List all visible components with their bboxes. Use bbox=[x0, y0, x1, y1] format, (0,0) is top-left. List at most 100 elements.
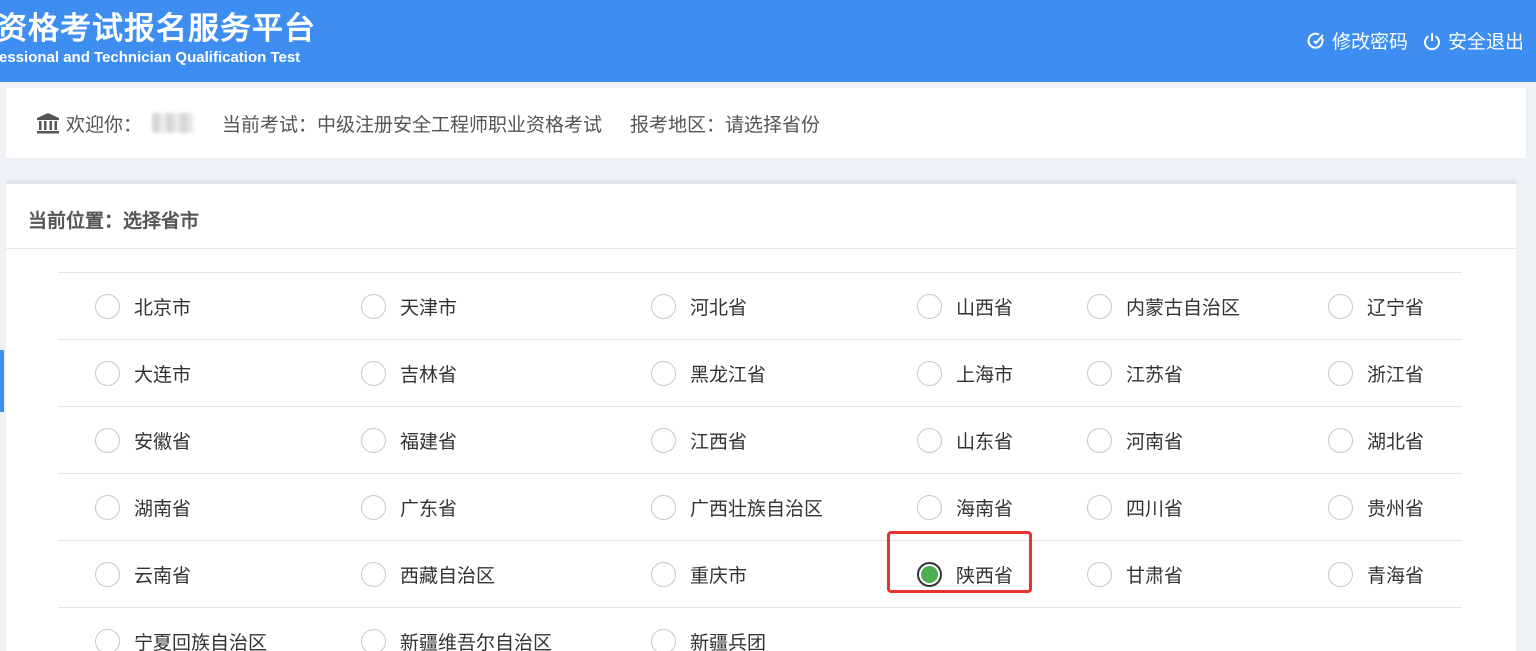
radio-button[interactable] bbox=[361, 561, 386, 587]
change-password-button[interactable]: 修改密码 bbox=[1306, 27, 1408, 54]
radio-button[interactable] bbox=[361, 293, 386, 319]
radio-button[interactable] bbox=[917, 494, 942, 520]
province-label: 湖南省 bbox=[134, 497, 192, 520]
province-option[interactable]: 上海市 bbox=[917, 340, 1013, 406]
radio-button[interactable] bbox=[1328, 494, 1353, 520]
province-option[interactable]: 新疆维吾尔自治区 bbox=[361, 608, 552, 651]
province-option[interactable]: 山东省 bbox=[917, 407, 1013, 473]
radio-button[interactable] bbox=[1087, 494, 1112, 520]
radio-button[interactable] bbox=[651, 360, 676, 386]
radio-button[interactable] bbox=[651, 293, 676, 319]
province-option[interactable]: 西藏自治区 bbox=[361, 541, 495, 607]
radio-button[interactable] bbox=[1087, 293, 1112, 319]
radio-button[interactable] bbox=[95, 628, 120, 651]
province-option[interactable]: 贵州省 bbox=[1328, 474, 1424, 540]
province-option[interactable]: 山西省 bbox=[917, 273, 1013, 339]
province-option[interactable]: 云南省 bbox=[95, 541, 191, 607]
logout-label: 安全退出 bbox=[1447, 31, 1524, 53]
radio-button[interactable] bbox=[1087, 360, 1112, 386]
platform-title: 资格考试报名服务平台 bbox=[0, 11, 316, 47]
radio-button[interactable] bbox=[95, 494, 120, 520]
province-option[interactable]: 黑龙江省 bbox=[651, 340, 766, 406]
radio-button[interactable] bbox=[917, 561, 942, 587]
header-actions: 修改密码 安全退出 bbox=[1306, 27, 1524, 54]
radio-button[interactable] bbox=[1328, 427, 1353, 453]
province-label: 新疆兵团 bbox=[690, 631, 767, 651]
province-option[interactable]: 青海省 bbox=[1328, 541, 1424, 607]
province-option[interactable]: 福建省 bbox=[361, 407, 457, 473]
province-label: 西藏自治区 bbox=[400, 564, 496, 587]
province-option[interactable]: 湖南省 bbox=[95, 474, 191, 540]
province-label: 湖北省 bbox=[1367, 430, 1425, 453]
radio-button[interactable] bbox=[95, 427, 120, 453]
province-option[interactable]: 甘肃省 bbox=[1087, 541, 1183, 607]
province-label: 广东省 bbox=[400, 497, 458, 520]
province-label: 甘肃省 bbox=[1126, 564, 1184, 587]
blurred-username bbox=[152, 113, 195, 133]
province-option[interactable]: 广西壮族自治区 bbox=[651, 474, 823, 540]
province-option[interactable]: 宁夏回族自治区 bbox=[95, 608, 267, 651]
province-option[interactable]: 安徽省 bbox=[95, 407, 191, 473]
province-option[interactable]: 湖北省 bbox=[1328, 407, 1424, 473]
province-row: 北京市 天津市 河北省 山西省 内蒙古自治区 辽宁省 bbox=[58, 272, 1462, 339]
logout-button[interactable]: 安全退出 bbox=[1422, 27, 1524, 54]
welcome-label: 欢迎你： bbox=[66, 113, 143, 136]
province-label: 吉林省 bbox=[400, 363, 458, 386]
radio-button[interactable] bbox=[361, 628, 386, 651]
radio-button[interactable] bbox=[95, 360, 120, 386]
bank-icon bbox=[37, 113, 59, 134]
province-label: 山西省 bbox=[956, 296, 1014, 319]
change-password-label: 修改密码 bbox=[1331, 31, 1408, 53]
province-label: 宁夏回族自治区 bbox=[134, 631, 268, 651]
province-label: 浙江省 bbox=[1367, 363, 1425, 386]
province-option[interactable]: 陕西省 bbox=[887, 531, 1032, 607]
radio-button[interactable] bbox=[651, 561, 676, 587]
province-option[interactable]: 天津市 bbox=[361, 273, 457, 339]
province-radio-grid: 北京市 天津市 河北省 山西省 内蒙古自治区 辽宁省大连市 吉林省 黑龙江省 上海市 江苏省 浙江省… bbox=[58, 272, 1462, 651]
province-option[interactable]: 大连市 bbox=[95, 340, 191, 406]
province-label: 陕西省 bbox=[956, 564, 1014, 587]
province-label: 广西壮族自治区 bbox=[690, 497, 824, 520]
radio-button[interactable] bbox=[1087, 561, 1112, 587]
province-option[interactable]: 河南省 bbox=[1087, 407, 1183, 473]
radio-button[interactable] bbox=[1328, 360, 1353, 386]
province-label: 黑龙江省 bbox=[690, 363, 767, 386]
province-row: 大连市 吉林省 黑龙江省 上海市 江苏省 浙江省 bbox=[58, 339, 1462, 406]
power-icon bbox=[1424, 32, 1440, 50]
province-option[interactable]: 重庆市 bbox=[651, 541, 747, 607]
radio-button[interactable] bbox=[361, 360, 386, 386]
province-row: 湖南省 广东省 广西壮族自治区 海南省 四川省 贵州省 bbox=[58, 473, 1462, 540]
province-option[interactable]: 辽宁省 bbox=[1328, 273, 1424, 339]
radio-button[interactable] bbox=[917, 360, 942, 386]
province-option[interactable]: 海南省 bbox=[917, 474, 1013, 540]
radio-button[interactable] bbox=[651, 494, 676, 520]
radio-button[interactable] bbox=[1328, 293, 1353, 319]
province-option[interactable]: 河北省 bbox=[651, 273, 747, 339]
province-option[interactable]: 四川省 bbox=[1087, 474, 1183, 540]
radio-button[interactable] bbox=[95, 293, 120, 319]
province-option[interactable]: 江苏省 bbox=[1087, 340, 1183, 406]
province-option[interactable]: 广东省 bbox=[361, 474, 457, 540]
radio-button[interactable] bbox=[1328, 561, 1353, 587]
radio-button[interactable] bbox=[917, 293, 942, 319]
province-label: 山东省 bbox=[956, 430, 1014, 453]
province-label: 河北省 bbox=[690, 296, 748, 319]
province-label: 福建省 bbox=[400, 430, 458, 453]
radio-button[interactable] bbox=[651, 628, 676, 651]
province-option[interactable]: 吉林省 bbox=[361, 340, 457, 406]
divider bbox=[6, 248, 1516, 249]
province-label: 上海市 bbox=[956, 363, 1014, 386]
province-option[interactable]: 北京市 bbox=[95, 273, 191, 339]
radio-button[interactable] bbox=[95, 561, 120, 587]
radio-button[interactable] bbox=[1087, 427, 1112, 453]
province-label: 云南省 bbox=[134, 564, 192, 587]
radio-button[interactable] bbox=[651, 427, 676, 453]
province-option[interactable]: 内蒙古自治区 bbox=[1087, 273, 1240, 339]
radio-button[interactable] bbox=[361, 494, 386, 520]
radio-button[interactable] bbox=[361, 427, 386, 453]
province-option[interactable]: 浙江省 bbox=[1328, 340, 1424, 406]
province-row: 宁夏回族自治区 新疆维吾尔自治区 新疆兵团 bbox=[58, 607, 1462, 651]
radio-button[interactable] bbox=[917, 427, 942, 453]
province-option[interactable]: 江西省 bbox=[651, 407, 747, 473]
province-option[interactable]: 新疆兵团 bbox=[651, 608, 766, 651]
